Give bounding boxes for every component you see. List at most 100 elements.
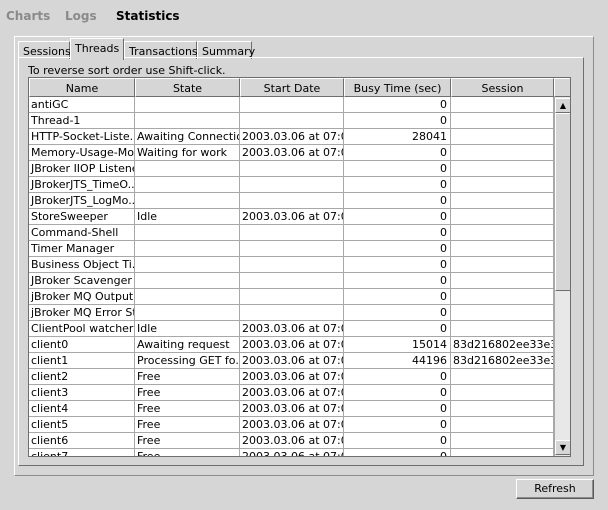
- scroll-down-arrow-icon[interactable]: ▼: [555, 440, 570, 455]
- cell-state: Awaiting request: [135, 337, 240, 353]
- table-row[interactable]: jBroker MQ Error St... 0: [29, 305, 554, 321]
- cell-start-date: 2003.03.06 at 07:0...: [240, 145, 344, 161]
- cell-state: Free: [135, 369, 240, 385]
- cell-state: Idle: [135, 321, 240, 337]
- cell-session: [451, 161, 554, 177]
- table-row[interactable]: client0 Awaiting request 2003.03.06 at 07:…: [29, 337, 554, 353]
- table-row[interactable]: JBroker Scavenger 0: [29, 273, 554, 289]
- table-row[interactable]: JBroker IIOP Listener 0: [29, 161, 554, 177]
- table-row[interactable]: Memory-Usage-Mo... Waiting for work 2003.0…: [29, 145, 554, 161]
- cell-start-date: 2003.03.06 at 07:0...: [240, 449, 344, 456]
- cell-start-date: 2003.03.06 at 07:0...: [240, 321, 344, 337]
- table-row[interactable]: antiGC 0: [29, 97, 554, 113]
- cell-busy-time: 0: [344, 97, 451, 113]
- table-row[interactable]: client3Free2003.03.06 at 07:0...0: [29, 385, 554, 401]
- header-corner: [554, 78, 570, 97]
- cell-session: [451, 433, 554, 449]
- cell-session: [451, 273, 554, 289]
- cell-busy-time: 0: [344, 209, 451, 225]
- cell-start-date: 2003.03.06 at 07:0...: [240, 209, 344, 225]
- cell-session: [451, 385, 554, 401]
- column-header-state[interactable]: State: [135, 78, 240, 97]
- table-row[interactable]: HTTP-Socket-Liste... Awaiting Connection 2…: [29, 129, 554, 145]
- column-header-start-date[interactable]: Start Date: [240, 78, 344, 97]
- cell-session: [451, 401, 554, 417]
- cell-state: Waiting for work: [135, 145, 240, 161]
- table-row[interactable]: ClientPool watcher Idle 2003.03.06 at 07: 0…: [29, 321, 554, 337]
- table-row[interactable]: client4Free2003.03.06 at 07:0...0: [29, 401, 554, 417]
- table-row[interactable]: client5Free2003.03.06 at 07:0...0: [29, 417, 554, 433]
- scrollbar-thumb[interactable]: [555, 113, 570, 291]
- cell-state: [135, 289, 240, 305]
- cell-name: Timer Manager: [29, 241, 135, 257]
- cell-session: [451, 321, 554, 337]
- table-row[interactable]: JBrokerJTS_LogMo... 0: [29, 193, 554, 209]
- cell-start-date: [240, 225, 344, 241]
- cell-state: [135, 161, 240, 177]
- table-row[interactable]: StoreSweeperIdle2003.03.06 at 07:0...0: [29, 209, 554, 225]
- tab-threads[interactable]: Threads: [70, 38, 124, 60]
- cell-name: JBroker Scavenger: [29, 273, 135, 289]
- cell-start-date: [240, 257, 344, 273]
- cell-state: [135, 177, 240, 193]
- cell-session: [451, 193, 554, 209]
- cell-busy-time: 0: [344, 161, 451, 177]
- nav-logs[interactable]: Logs: [65, 9, 97, 23]
- column-header-busy-time[interactable]: Busy Time (sec): [344, 78, 451, 97]
- table-header: Name State Start Date Busy Time (sec) Se…: [29, 78, 570, 97]
- cell-state: [135, 241, 240, 257]
- cell-state: [135, 97, 240, 113]
- nav-statistics[interactable]: Statistics: [116, 9, 180, 23]
- cell-busy-time: 28041: [344, 129, 451, 145]
- table-row[interactable]: Command-Shell 0: [29, 225, 554, 241]
- cell-state: [135, 113, 240, 129]
- cell-state: Awaiting Connection: [135, 129, 240, 145]
- cell-session: [451, 97, 554, 113]
- cell-state: [135, 305, 240, 321]
- scroll-up-arrow-icon[interactable]: ▲: [555, 98, 570, 113]
- cell-busy-time: 0: [344, 433, 451, 449]
- table-row[interactable]: client1 Processing GET fo... 2003.03.06 at…: [29, 353, 554, 369]
- column-header-name[interactable]: Name: [29, 78, 135, 97]
- cell-session: [451, 241, 554, 257]
- cell-name: client3: [29, 385, 135, 401]
- cell-session: [451, 417, 554, 433]
- cell-session: [451, 257, 554, 273]
- cell-state: [135, 225, 240, 241]
- cell-name: client5: [29, 417, 135, 433]
- sort-hint: To reverse sort order use Shift-click.: [28, 64, 226, 77]
- vertical-scrollbar[interactable]: ▲ ▼: [554, 97, 570, 456]
- threads-table: Name State Start Date Busy Time (sec) Se…: [28, 77, 571, 457]
- table-row[interactable]: Timer Manager 0: [29, 241, 554, 257]
- cell-name: Memory-Usage-Mo...: [29, 145, 135, 161]
- cell-busy-time: 0: [344, 241, 451, 257]
- cell-start-date: 2003.03.06 at 07:0...: [240, 337, 344, 353]
- column-header-session[interactable]: Session: [451, 78, 554, 97]
- cell-state: Idle: [135, 209, 240, 225]
- table-row[interactable]: client7Free2003.03.06 at 07:0...0: [29, 449, 554, 456]
- cell-busy-time: 0: [344, 449, 451, 456]
- refresh-button[interactable]: Refresh: [516, 479, 594, 499]
- cell-state: [135, 273, 240, 289]
- table-row[interactable]: Thread-1 0: [29, 113, 554, 129]
- table-row[interactable]: jBroker MQ Output ... 0: [29, 289, 554, 305]
- cell-name: JBrokerJTS_TimeO...: [29, 177, 135, 193]
- cell-state: [135, 193, 240, 209]
- table-row[interactable]: Business Object Ti... 0: [29, 257, 554, 273]
- table-row[interactable]: client2Free2003.03.06 at 07:0...0: [29, 369, 554, 385]
- table-row[interactable]: JBrokerJTS_TimeO... 0: [29, 177, 554, 193]
- cell-state: Free: [135, 433, 240, 449]
- cell-state: Free: [135, 385, 240, 401]
- cell-name: client4: [29, 401, 135, 417]
- cell-start-date: [240, 113, 344, 129]
- nav-charts[interactable]: Charts: [6, 9, 50, 23]
- cell-session: [451, 209, 554, 225]
- cell-session: [451, 129, 554, 145]
- cell-name: Command-Shell: [29, 225, 135, 241]
- cell-busy-time: 0: [344, 273, 451, 289]
- table-row[interactable]: client6Free2003.03.06 at 07:0...0: [29, 433, 554, 449]
- cell-start-date: [240, 289, 344, 305]
- cell-name: client7: [29, 449, 135, 456]
- cell-name: client6: [29, 433, 135, 449]
- cell-name: HTTP-Socket-Liste...: [29, 129, 135, 145]
